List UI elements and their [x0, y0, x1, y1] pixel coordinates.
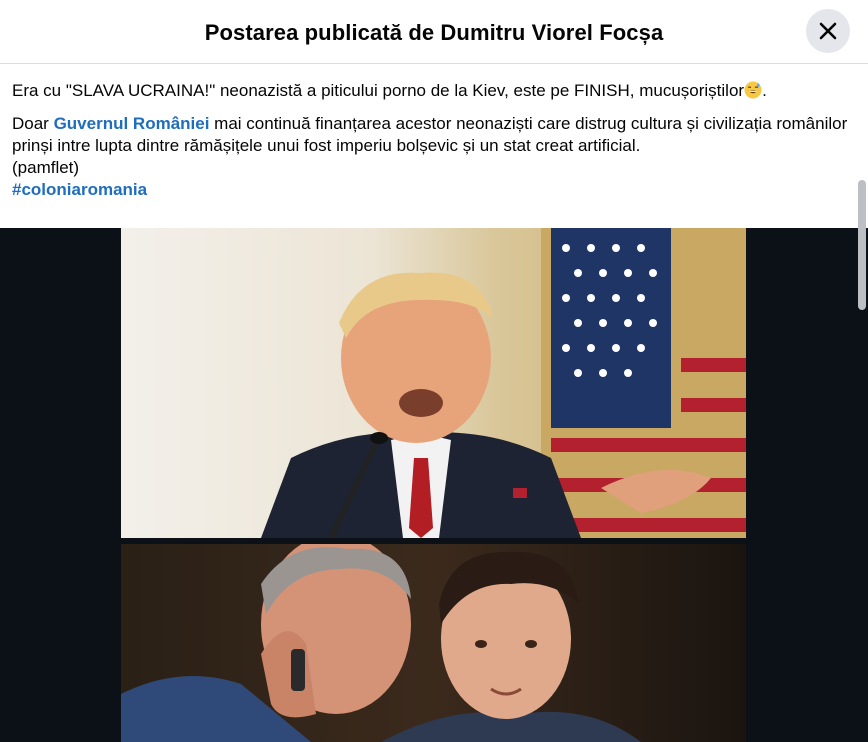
- post-paragraph-2-note: (pamflet): [12, 158, 80, 177]
- photo-bottom-panel: [121, 544, 746, 742]
- post-paragraph-1: Era cu "SLAVA UCRAINA!" neonazistă a pit…: [12, 80, 856, 102]
- close-button[interactable]: [806, 9, 850, 53]
- photo-bottom-illustration: [121, 544, 641, 742]
- dialog-content: Era cu "SLAVA UCRAINA!" neonazistă a pit…: [0, 64, 868, 742]
- scrollbar-thumb[interactable]: [858, 180, 866, 310]
- dialog-title: Postarea publicată de Dumitru Viorel Foc…: [204, 19, 664, 45]
- dialog-header: Postarea publicată de Dumitru Viorel Foc…: [0, 0, 868, 64]
- grinning-sweat-emoji-icon: [744, 81, 762, 99]
- photo-top-illustration: [261, 228, 746, 538]
- post-paragraph-2: Doar Guvernul României mai continuă fina…: [12, 113, 856, 201]
- post-paragraph-2-prefix: Doar: [12, 114, 54, 133]
- post-paragraph-1-end: .: [762, 81, 767, 100]
- post-paragraph-1-text: Era cu "SLAVA UCRAINA!" neonazistă a pit…: [12, 81, 745, 100]
- post-text: Era cu "SLAVA UCRAINA!" neonazistă a pit…: [0, 64, 868, 201]
- post-image[interactable]: [0, 228, 868, 742]
- post-dialog: Postarea publicată de Dumitru Viorel Foc…: [0, 0, 868, 742]
- photo-top-panel: [121, 228, 746, 538]
- hashtag-link[interactable]: #coloniaromania: [12, 179, 147, 201]
- close-icon: [819, 22, 837, 40]
- page-link-guvernul-romaniei[interactable]: Guvernul României: [54, 114, 210, 133]
